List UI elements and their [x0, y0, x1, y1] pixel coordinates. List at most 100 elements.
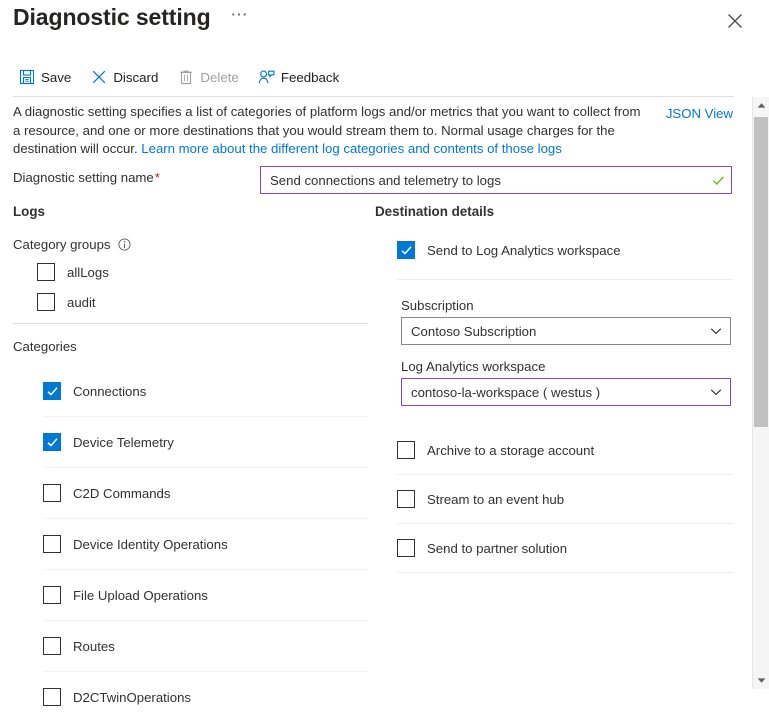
category-groups-label: Category groups	[13, 237, 368, 252]
category-row-d2ctwinoperations[interactable]: D2CTwinOperations	[43, 672, 368, 722]
category-item: File Upload Operations	[43, 570, 368, 621]
checkbox-c2d-commands[interactable]	[43, 484, 61, 502]
discard-icon	[90, 69, 107, 86]
checkbox-audit[interactable]	[37, 293, 55, 311]
save-button[interactable]: Save	[16, 62, 80, 92]
logs-divider	[13, 323, 368, 324]
categories-label: Categories	[13, 339, 368, 354]
valid-checkmark-icon	[705, 173, 731, 188]
command-bar: Save Discard Delete	[0, 60, 356, 94]
categories-list: Connections Device Telemetry	[13, 366, 368, 722]
feedback-icon	[258, 69, 275, 86]
delete-icon	[177, 69, 194, 86]
category-item: Device Identity Operations	[43, 519, 368, 570]
destination-row-log-analytics[interactable]: Send to Log Analytics workspace	[397, 237, 733, 263]
required-asterisk: *	[155, 170, 160, 185]
checkbox-archive-to-storage-account[interactable]	[397, 441, 415, 459]
category-label: File Upload Operations	[73, 588, 208, 603]
destination-row-partner-solution[interactable]: Send to partner solution	[397, 524, 733, 572]
scroll-up-arrow-icon[interactable]	[753, 97, 769, 114]
categories-label-text: Categories	[13, 339, 77, 354]
category-item: Device Telemetry	[43, 417, 368, 468]
destination-item: Archive to a storage account	[397, 426, 733, 475]
diagnostic-setting-name-input[interactable]: Send connections and telemetry to logs	[260, 166, 732, 194]
learn-more-link[interactable]: Learn more about the different log categ…	[141, 141, 562, 156]
blade-titlebar: Diagnostic setting ⋯	[0, 0, 769, 56]
category-row-routes[interactable]: Routes	[43, 621, 368, 671]
category-label: Connections	[73, 384, 146, 399]
category-groups-label-text: Category groups	[13, 237, 111, 252]
category-row-connections[interactable]: Connections	[43, 366, 368, 416]
category-group-row[interactable]: audit	[37, 291, 368, 313]
checkbox-send-to-partner-solution[interactable]	[397, 539, 415, 557]
delete-button: Delete	[175, 62, 247, 92]
scrollbar-thumb[interactable]	[754, 117, 768, 427]
category-label: Routes	[73, 639, 115, 654]
name-label-text: Diagnostic setting name	[13, 170, 154, 185]
page-title: Diagnostic setting	[13, 4, 211, 31]
chevron-down-icon	[702, 385, 730, 399]
category-row-device-identity-operations[interactable]: Device Identity Operations	[43, 519, 368, 569]
checkbox-send-to-log-analytics[interactable]	[397, 241, 415, 259]
category-group-label: allLogs	[67, 265, 109, 280]
scroll-down-arrow-icon[interactable]	[753, 672, 769, 689]
category-group-label: audit	[67, 295, 96, 310]
checkbox-connections[interactable]	[43, 382, 61, 400]
destination-details-heading: Destination details	[375, 204, 733, 219]
checkbox-stream-to-event-hub[interactable]	[397, 490, 415, 508]
diagnostic-setting-blade: Diagnostic setting ⋯ Save	[0, 0, 769, 689]
diagnostic-setting-name-label: Diagnostic setting name*	[13, 170, 160, 185]
delete-label: Delete	[200, 70, 238, 85]
workspace-value: contoso-la-workspace ( westus )	[402, 385, 702, 400]
destination-item: Stream to an event hub	[397, 475, 733, 524]
row-divider	[397, 279, 733, 280]
chevron-down-icon	[702, 324, 730, 338]
subscription-value: Contoso Subscription	[402, 324, 702, 339]
category-row-device-telemetry[interactable]: Device Telemetry	[43, 417, 368, 467]
category-label: C2D Commands	[73, 486, 170, 501]
name-input-value[interactable]: Send connections and telemetry to logs	[261, 173, 705, 188]
category-label: Device Identity Operations	[73, 537, 228, 552]
checkbox-routes[interactable]	[43, 637, 61, 655]
destination-column: Destination details Send to Log Analytic…	[375, 204, 733, 573]
checkbox-alllogs[interactable]	[37, 263, 55, 281]
checkbox-device-telemetry[interactable]	[43, 433, 61, 451]
log-analytics-fields: Subscription Contoso Subscription Log An…	[401, 298, 731, 406]
destination-row-event-hub[interactable]: Stream to an event hub	[397, 475, 733, 523]
discard-label: Discard	[113, 70, 158, 85]
command-bar-divider	[13, 96, 734, 97]
blade-description: A diagnostic setting specifies a list of…	[13, 103, 643, 159]
info-icon[interactable]	[118, 238, 131, 251]
destination-label: Send to partner solution	[427, 541, 567, 556]
checkbox-file-upload-operations[interactable]	[43, 586, 61, 604]
category-row-c2d-commands[interactable]: C2D Commands	[43, 468, 368, 518]
destination-label: Send to Log Analytics workspace	[427, 243, 621, 258]
checkbox-d2ctwinoperations[interactable]	[43, 688, 61, 706]
subscription-dropdown[interactable]: Contoso Subscription	[401, 317, 731, 345]
close-icon	[723, 9, 747, 33]
logs-column: Logs Category groups allLogs	[13, 204, 368, 722]
log-analytics-workspace-dropdown[interactable]: contoso-la-workspace ( westus )	[401, 378, 731, 406]
more-options-button[interactable]: ⋯	[228, 10, 250, 32]
checkbox-device-identity-operations[interactable]	[43, 535, 61, 553]
category-item: Routes	[43, 621, 368, 672]
category-groups-list: allLogs audit	[37, 261, 368, 313]
destination-label: Stream to an event hub	[427, 492, 564, 507]
category-label: Device Telemetry	[73, 435, 174, 450]
category-label: D2CTwinOperations	[73, 690, 191, 705]
vertical-scrollbar[interactable]	[752, 97, 769, 689]
row-divider	[397, 572, 733, 573]
category-row-file-upload-operations[interactable]: File Upload Operations	[43, 570, 368, 620]
destination-row-archive-storage[interactable]: Archive to a storage account	[397, 426, 733, 474]
logs-heading: Logs	[13, 204, 368, 219]
category-group-row[interactable]: allLogs	[37, 261, 368, 283]
subscription-label: Subscription	[401, 298, 731, 313]
category-item: D2CTwinOperations	[43, 672, 368, 722]
feedback-button[interactable]: Feedback	[256, 62, 348, 92]
discard-button[interactable]: Discard	[88, 62, 167, 92]
other-destinations-list: Archive to a storage account Stream to a…	[375, 426, 733, 573]
json-view-link[interactable]: JSON View	[666, 106, 733, 121]
destination-label: Archive to a storage account	[427, 443, 594, 458]
close-button[interactable]	[723, 9, 747, 33]
log-analytics-block: Send to Log Analytics workspace	[397, 237, 733, 280]
